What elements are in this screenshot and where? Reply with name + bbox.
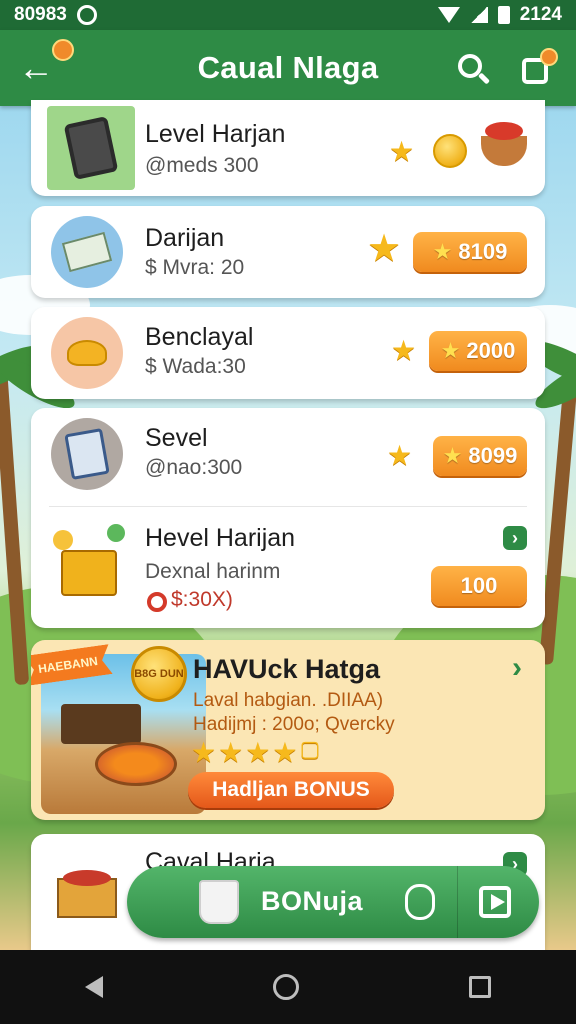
list-item[interactable]: Darijan $ Mvra: 20 ★ ★ 8109 xyxy=(31,206,545,298)
featured-line-1: Laval habgian. .DIIAA) xyxy=(193,690,384,711)
list-item[interactable]: Benclayal $ Wada:30 ★ ★ 2000 xyxy=(31,307,545,399)
reward-pill[interactable]: ★ 8109 xyxy=(413,232,527,272)
item-subtitle: $ Mvra: 20 xyxy=(145,256,245,279)
star-icon: ★ xyxy=(272,737,298,768)
treasure-chest-icon xyxy=(53,848,123,924)
checklist-icon xyxy=(51,418,123,490)
notification-badge-icon xyxy=(52,39,74,61)
sync-icon xyxy=(76,5,97,25)
item-title: Benclayal xyxy=(145,323,254,351)
cash-stack-icon xyxy=(51,216,123,288)
star-icon: ★ xyxy=(218,737,244,768)
featured-card[interactable]: HAEBANN B8G DUN HAVUck Hatga › Laval hab… xyxy=(31,640,545,820)
status-left-text: 80983 xyxy=(14,4,67,25)
list-group: Sevel @nao:300 ★ ★ 8099 Hevel Harijan Dex… xyxy=(31,408,545,628)
item-subtitle: $ Wada:30 xyxy=(145,355,246,378)
item-price: $:30X) xyxy=(171,588,233,611)
page-title: Caual Nlaga xyxy=(197,50,379,85)
nav-home-icon[interactable] xyxy=(273,974,299,1000)
chevron-right-icon[interactable]: › xyxy=(505,651,529,684)
item-title: Hevel Harijan xyxy=(145,524,296,552)
target-icon xyxy=(147,592,167,612)
food-bowl-icon xyxy=(481,122,527,166)
star-icon: ★ xyxy=(191,737,217,768)
status-time: 2124 xyxy=(519,4,562,25)
search-button[interactable] xyxy=(456,52,491,86)
whistle-icon xyxy=(51,317,123,389)
big-coin-icon: B8G DUN xyxy=(131,646,187,702)
featured-title: HAVUck Hatga xyxy=(193,654,381,684)
nav-back-icon[interactable] xyxy=(85,976,103,998)
star-icon: ★ xyxy=(245,737,271,768)
item-subtitle: Dexnal harinm xyxy=(145,560,281,583)
share-icon[interactable] xyxy=(479,886,511,918)
item-subtitle: @meds 300 xyxy=(145,154,259,177)
coin-icon xyxy=(433,134,467,168)
search-icon-handle xyxy=(477,72,491,85)
item-subtitle: @nao:300 xyxy=(145,456,243,479)
tablet-icon xyxy=(47,106,135,190)
wifi-icon xyxy=(437,7,460,23)
battery-icon xyxy=(497,6,510,24)
list-item[interactable]: Level Harjan @meds 300 ★ xyxy=(31,100,545,196)
star-icon: ★ xyxy=(391,335,417,366)
star-icon: ★ xyxy=(389,136,415,167)
featured-line-2: Hadijmj : 200o; Qvercky xyxy=(193,714,395,735)
bonus-bar-label: BONuja xyxy=(261,886,364,916)
pie-icon xyxy=(95,742,177,786)
sign-icon xyxy=(61,704,141,744)
cup-icon xyxy=(199,880,239,924)
signal-icon xyxy=(469,7,488,23)
system-nav-bar xyxy=(0,950,576,1024)
bonus-bar[interactable]: BONuja xyxy=(127,866,539,938)
reward-pill[interactable]: ★ 8099 xyxy=(433,436,527,476)
reward-value: 8109 xyxy=(458,239,508,264)
reward-value: 100 xyxy=(460,573,498,598)
star-icon: ▢ xyxy=(299,736,321,761)
edit-button[interactable] xyxy=(520,48,558,86)
item-title: Sevel xyxy=(145,424,208,452)
rating-stars: ★ ★ ★ ★ ▢ xyxy=(191,736,320,769)
bonus-button[interactable]: Hadljan BONUS xyxy=(188,772,394,808)
item-title: Level Harjan xyxy=(145,120,286,148)
star-icon: ★ xyxy=(367,228,402,270)
reward-pill[interactable]: ★ 2000 xyxy=(429,331,527,371)
item-title: Darijan xyxy=(145,224,225,252)
reward-value: 8099 xyxy=(468,443,518,468)
status-bar: 80983 2124 xyxy=(0,0,576,30)
chevron-right-icon[interactable]: › xyxy=(503,526,527,550)
token-icon xyxy=(405,884,435,920)
back-arrow-icon[interactable]: ← xyxy=(18,50,54,86)
reward-pill[interactable]: 100 xyxy=(431,566,527,606)
app-bar: ← Caual Nlaga xyxy=(0,30,576,106)
coin-stack-icon xyxy=(51,520,133,610)
edit-badge-icon xyxy=(540,48,558,66)
divider xyxy=(49,506,527,507)
nav-recents-icon[interactable] xyxy=(469,976,491,998)
star-icon: ★ xyxy=(387,440,413,471)
reward-value: 2000 xyxy=(466,338,516,363)
divider xyxy=(457,866,458,938)
